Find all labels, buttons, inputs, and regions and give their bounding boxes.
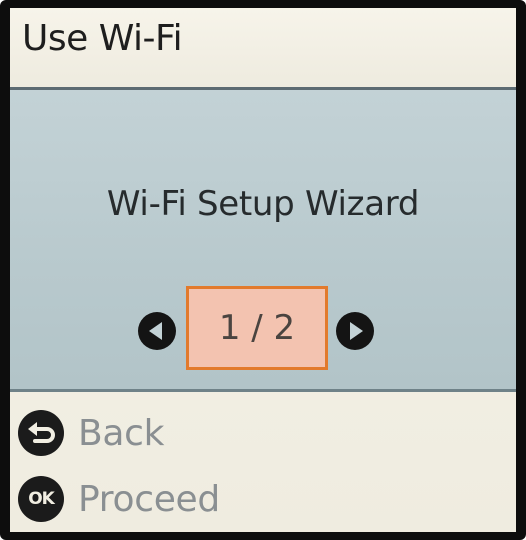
ok-icon: OK — [18, 476, 64, 522]
button-guide: Back OK Proceed — [10, 392, 516, 532]
page-number-box: 1 / 2 — [186, 286, 328, 370]
left-arrow-icon[interactable] — [138, 312, 176, 350]
page-title: Use Wi-Fi — [22, 18, 183, 59]
proceed-action[interactable]: OK Proceed — [18, 474, 220, 524]
back-action[interactable]: Back — [18, 408, 165, 458]
ok-icon-text: OK — [28, 489, 55, 509]
main-panel: Wi-Fi Setup Wizard 1 / 2 — [10, 90, 516, 392]
title-bar: Use Wi-Fi — [10, 8, 516, 90]
right-arrow-icon[interactable] — [336, 312, 374, 350]
proceed-label: Proceed — [78, 478, 220, 520]
menu-heading[interactable]: Wi-Fi Setup Wizard — [10, 184, 516, 224]
device-bezel: Use Wi-Fi Wi-Fi Setup Wizard 1 / 2 Back … — [0, 0, 526, 540]
lcd-screen: Use Wi-Fi Wi-Fi Setup Wizard 1 / 2 Back … — [10, 8, 516, 532]
back-label: Back — [78, 412, 165, 454]
page-indicator: 1 / 2 — [10, 286, 516, 372]
back-icon — [18, 410, 64, 456]
